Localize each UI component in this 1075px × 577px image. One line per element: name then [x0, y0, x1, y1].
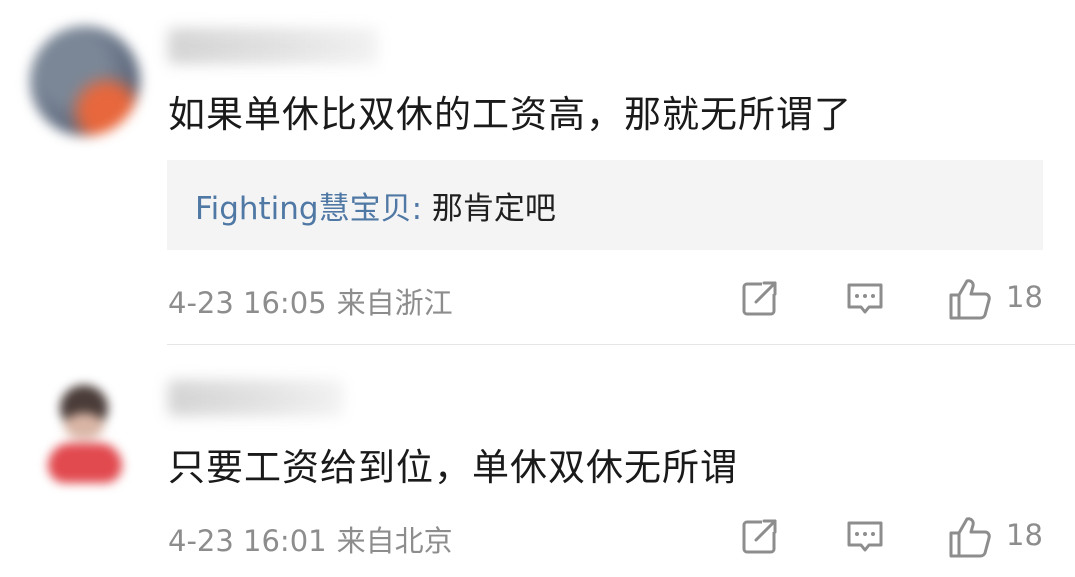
share-icon[interactable]: [740, 278, 782, 320]
share-icon[interactable]: [740, 516, 782, 558]
username-blurred[interactable]: [168, 380, 343, 416]
reply-separator: :: [411, 191, 423, 227]
reply-preview[interactable]: Fighting慧宝贝: 那肯定吧: [167, 160, 1043, 250]
avatar[interactable]: [30, 26, 140, 136]
divider: [167, 344, 1075, 345]
reply-text: 那肯定吧: [422, 191, 556, 227]
comment-icon[interactable]: [844, 516, 886, 558]
like-count: 18: [1006, 280, 1043, 314]
comment-date: 4-23 16:05: [168, 286, 327, 320]
avatar[interactable]: [40, 385, 130, 490]
comment-icon[interactable]: [844, 278, 886, 320]
comment-date: 4-23 16:01: [168, 524, 327, 558]
comment-meta: 4-23 16:05 来自浙江: [168, 280, 453, 322]
thumbs-up-icon[interactable]: [947, 514, 993, 560]
comment-text: 如果单休比双休的工资高，那就无所谓了: [168, 93, 852, 136]
comment-meta: 4-23 16:01 来自北京: [168, 518, 453, 560]
comment-location: 来自北京: [336, 524, 453, 558]
like-count: 18: [1006, 518, 1043, 552]
comment-text: 只要工资给到位，单休双休无所谓: [168, 446, 738, 489]
comment-location: 来自浙江: [336, 286, 453, 320]
reply-author[interactable]: Fighting慧宝贝: [195, 191, 412, 227]
username-blurred[interactable]: [168, 28, 378, 64]
reply-line: Fighting慧宝贝: 那肯定吧: [195, 183, 556, 228]
thumbs-up-icon[interactable]: [947, 276, 993, 322]
